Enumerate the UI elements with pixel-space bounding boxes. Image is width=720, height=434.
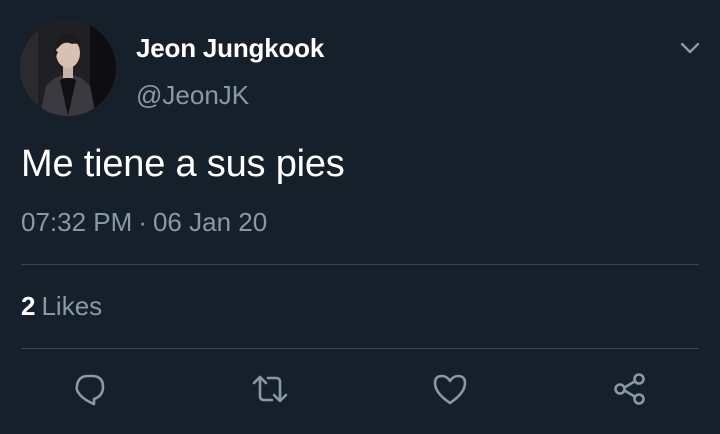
likes-count: 2 <box>21 291 36 321</box>
share-button[interactable] <box>608 367 652 411</box>
user-handle[interactable]: @JeonJK <box>136 80 249 111</box>
tweet-text: Me tiene a sus pies <box>21 143 345 185</box>
likes-stat[interactable]: 2 Likes <box>21 291 102 322</box>
retweet-button[interactable] <box>248 367 292 411</box>
heart-icon <box>433 374 467 405</box>
like-button[interactable] <box>428 367 472 411</box>
tweet-card: Jeon Jungkook @JeonJK Me tiene a sus pie… <box>0 0 720 434</box>
tweet-date: 06 Jan 20 <box>152 207 268 237</box>
divider <box>21 264 699 265</box>
share-icon <box>614 373 645 405</box>
timestamp-separator: · <box>138 207 147 237</box>
divider <box>21 348 699 349</box>
reply-icon <box>75 374 105 406</box>
reply-button[interactable] <box>68 367 112 411</box>
tweet-time: 07:32 PM <box>21 207 133 237</box>
chevron-down-icon[interactable] <box>676 34 704 62</box>
retweet-icon <box>252 375 288 403</box>
display-name[interactable]: Jeon Jungkook <box>136 33 324 64</box>
avatar-photo <box>20 20 116 116</box>
avatar[interactable] <box>20 20 116 116</box>
likes-label: Likes <box>41 291 103 321</box>
tweet-timestamp: 07:32 PM · 06 Jan 20 <box>21 207 267 238</box>
